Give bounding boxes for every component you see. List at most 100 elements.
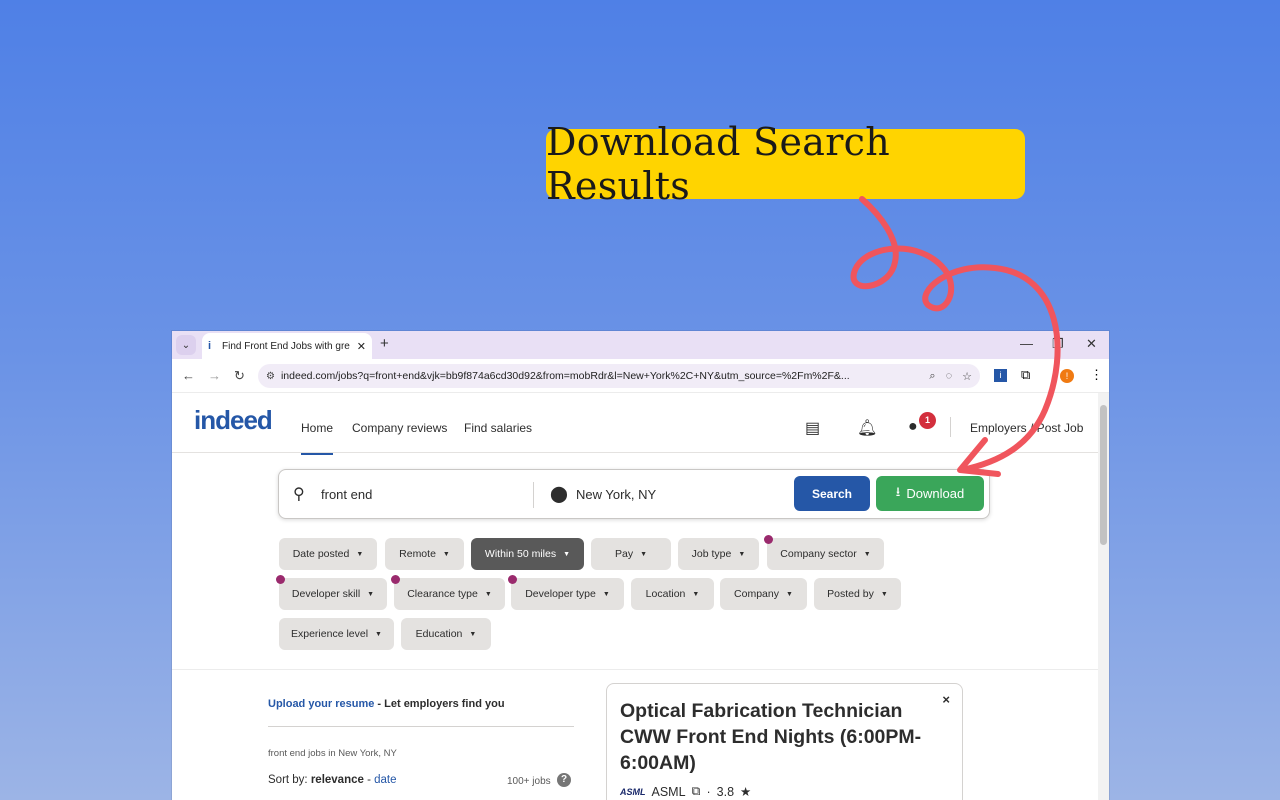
company-logo: ASML xyxy=(620,786,646,797)
caret-down-icon: ▼ xyxy=(367,590,375,598)
window-close-icon[interactable]: ✕ xyxy=(1086,336,1097,352)
caret-down-icon: ▼ xyxy=(640,550,648,558)
indeed-logo[interactable]: indeed xyxy=(194,405,273,436)
site-header: indeed Home Company reviews Find salarie… xyxy=(172,393,1098,455)
results-breadcrumb: front end jobs in New York, NY xyxy=(268,748,397,759)
filter-label: Date posted xyxy=(292,548,350,560)
filter-label: Remote xyxy=(399,548,436,560)
url-text[interactable]: indeed.com/jobs?q=front+end&vjk=bb9f874a… xyxy=(281,370,919,382)
search-divider xyxy=(533,482,534,508)
indeed-favicon-icon: i xyxy=(208,340,212,352)
minimize-icon[interactable]: — xyxy=(1020,336,1033,351)
profile-avatar-icon[interactable]: ! xyxy=(1060,369,1074,383)
site-info-icon[interactable]: ⚙ xyxy=(266,371,275,382)
indeed-page: indeed Home Company reviews Find salarie… xyxy=(172,393,1098,800)
where-input[interactable]: New York, NY xyxy=(576,487,656,502)
what-input[interactable]: front end xyxy=(321,487,372,502)
caret-down-icon: ▼ xyxy=(469,630,477,638)
filter-company[interactable]: Company ▼ xyxy=(720,578,807,610)
filter-developer-skill[interactable]: Developer skill ▼ xyxy=(279,578,387,610)
account-icon[interactable]: ● xyxy=(908,418,918,436)
upload-resume-banner: Upload your resume - Let employers find … xyxy=(268,698,505,710)
notifications-bell-icon[interactable]: 🔔︎ xyxy=(857,418,877,438)
new-filter-dot xyxy=(764,535,773,544)
sort-label: Sort by: xyxy=(268,774,311,786)
filter-education[interactable]: Education ▼ xyxy=(401,618,491,650)
zoom-icon[interactable]: ⌕ xyxy=(929,370,935,383)
sort-relevance[interactable]: relevance xyxy=(311,774,364,786)
filter-remote[interactable]: Remote ▼ xyxy=(385,538,464,570)
filter-label: Location xyxy=(645,588,686,600)
forward-icon[interactable]: → xyxy=(208,368,221,383)
company-info: ASML ASML ⧉ · 3.8 ★ xyxy=(620,784,751,799)
filter-location[interactable]: Location ▼ xyxy=(631,578,714,610)
filter-developer-type[interactable]: Developer type ▼ xyxy=(511,578,624,610)
address-bar[interactable]: ⚙ indeed.com/jobs?q=front+end&vjk=bb9f87… xyxy=(258,364,980,388)
nav-company-reviews[interactable]: Company reviews xyxy=(352,421,447,435)
caret-down-icon: ▼ xyxy=(880,590,888,598)
star-icon: ★ xyxy=(740,785,752,799)
extensions-puzzle-icon[interactable]: ⧉ xyxy=(1021,367,1030,383)
job-count: 100+ jobs xyxy=(507,776,551,787)
caret-down-icon: ▼ xyxy=(484,590,492,598)
filter-label: Pay xyxy=(614,548,634,560)
download-button[interactable]: ⭳ Download xyxy=(876,476,984,511)
caret-down-icon: ▼ xyxy=(442,550,450,558)
restore-icon[interactable]: ❐ xyxy=(1052,336,1064,352)
search-icon: ⚲ xyxy=(293,486,305,503)
scrollbar-thumb[interactable] xyxy=(1100,405,1107,545)
filter-clearance-type[interactable]: Clearance type ▼ xyxy=(394,578,505,610)
job-detail-card: × Optical Fabrication Technician CWW Fro… xyxy=(606,683,963,800)
filter-company-sector[interactable]: Company sector ▼ xyxy=(767,538,884,570)
chevron-down-icon: ⌄ xyxy=(181,339,191,351)
messages-icon[interactable]: ▤ xyxy=(805,418,820,438)
help-icon[interactable]: ? xyxy=(557,773,571,787)
bullet-separator: · xyxy=(706,784,711,799)
bookmark-star-icon[interactable]: ☆ xyxy=(962,370,972,383)
results-divider xyxy=(268,726,574,727)
filter-pay[interactable]: Pay ▼ xyxy=(591,538,671,570)
nav-home[interactable]: Home xyxy=(301,421,334,455)
new-tab-button[interactable]: + xyxy=(380,335,389,352)
browser-window: ⌄ i Find Front End Jobs with gre ✕ + — ❐… xyxy=(172,331,1109,800)
company-name[interactable]: ASML xyxy=(652,785,686,799)
filter-job-type[interactable]: Job type ▼ xyxy=(678,538,759,570)
filter-label: Experience level xyxy=(291,628,369,640)
eye-off-icon[interactable]: ◌ xyxy=(946,370,953,382)
new-filter-dot xyxy=(276,575,285,584)
reload-icon[interactable]: ↻ xyxy=(234,368,245,384)
external-link-icon[interactable]: ⧉ xyxy=(692,784,701,799)
close-icon[interactable]: × xyxy=(942,692,950,707)
sort-date-link[interactable]: date xyxy=(374,774,396,786)
browser-toolbar: ← → ↻ ⚙ indeed.com/jobs?q=front+end&vjk=… xyxy=(172,359,1109,393)
filter-distance[interactable]: Within 50 miles ▼ xyxy=(471,538,584,570)
tab-search-dropdown[interactable]: ⌄ xyxy=(176,335,196,355)
nav-find-salaries[interactable]: Find salaries xyxy=(464,421,532,435)
tab-strip: ⌄ i Find Front End Jobs with gre ✕ + — ❐… xyxy=(172,331,1109,359)
filter-experience-level[interactable]: Experience level ▼ xyxy=(279,618,394,650)
upload-resume-link[interactable]: Upload your resume xyxy=(268,698,374,710)
caret-down-icon: ▼ xyxy=(602,590,610,598)
notification-badge: 1 xyxy=(919,412,936,429)
caret-down-icon: ▼ xyxy=(563,550,571,558)
download-button-label: Download xyxy=(906,486,965,501)
tab-close-icon[interactable]: ✕ xyxy=(357,340,366,353)
filter-label: Company sector xyxy=(780,548,857,560)
caret-down-icon: ▼ xyxy=(692,590,700,598)
job-title[interactable]: Optical Fabrication Technician CWW Front… xyxy=(620,698,940,776)
upload-resume-text: - Let employers find you xyxy=(374,698,505,710)
filter-date-posted[interactable]: Date posted ▼ xyxy=(279,538,377,570)
employers-post-job-link[interactable]: Employers / Post Job xyxy=(970,421,1083,435)
job-search-bar: ⚲ front end ⬤ New York, NY Search ⭳ Down… xyxy=(278,469,990,519)
search-button-label: Search xyxy=(811,486,853,501)
filter-label: Posted by xyxy=(827,588,874,600)
page-scrollbar[interactable] xyxy=(1098,393,1109,800)
caret-down-icon: ▼ xyxy=(738,550,746,558)
search-button[interactable]: Search xyxy=(794,476,870,511)
filter-posted-by[interactable]: Posted by ▼ xyxy=(814,578,901,610)
back-icon[interactable]: ← xyxy=(182,368,195,383)
browser-menu-icon[interactable]: ⋮ xyxy=(1090,367,1103,383)
company-rating: 3.8 xyxy=(716,784,735,799)
extension-indeed-icon[interactable]: i xyxy=(994,369,1007,382)
browser-tab[interactable]: i Find Front End Jobs with gre ✕ xyxy=(202,333,372,359)
